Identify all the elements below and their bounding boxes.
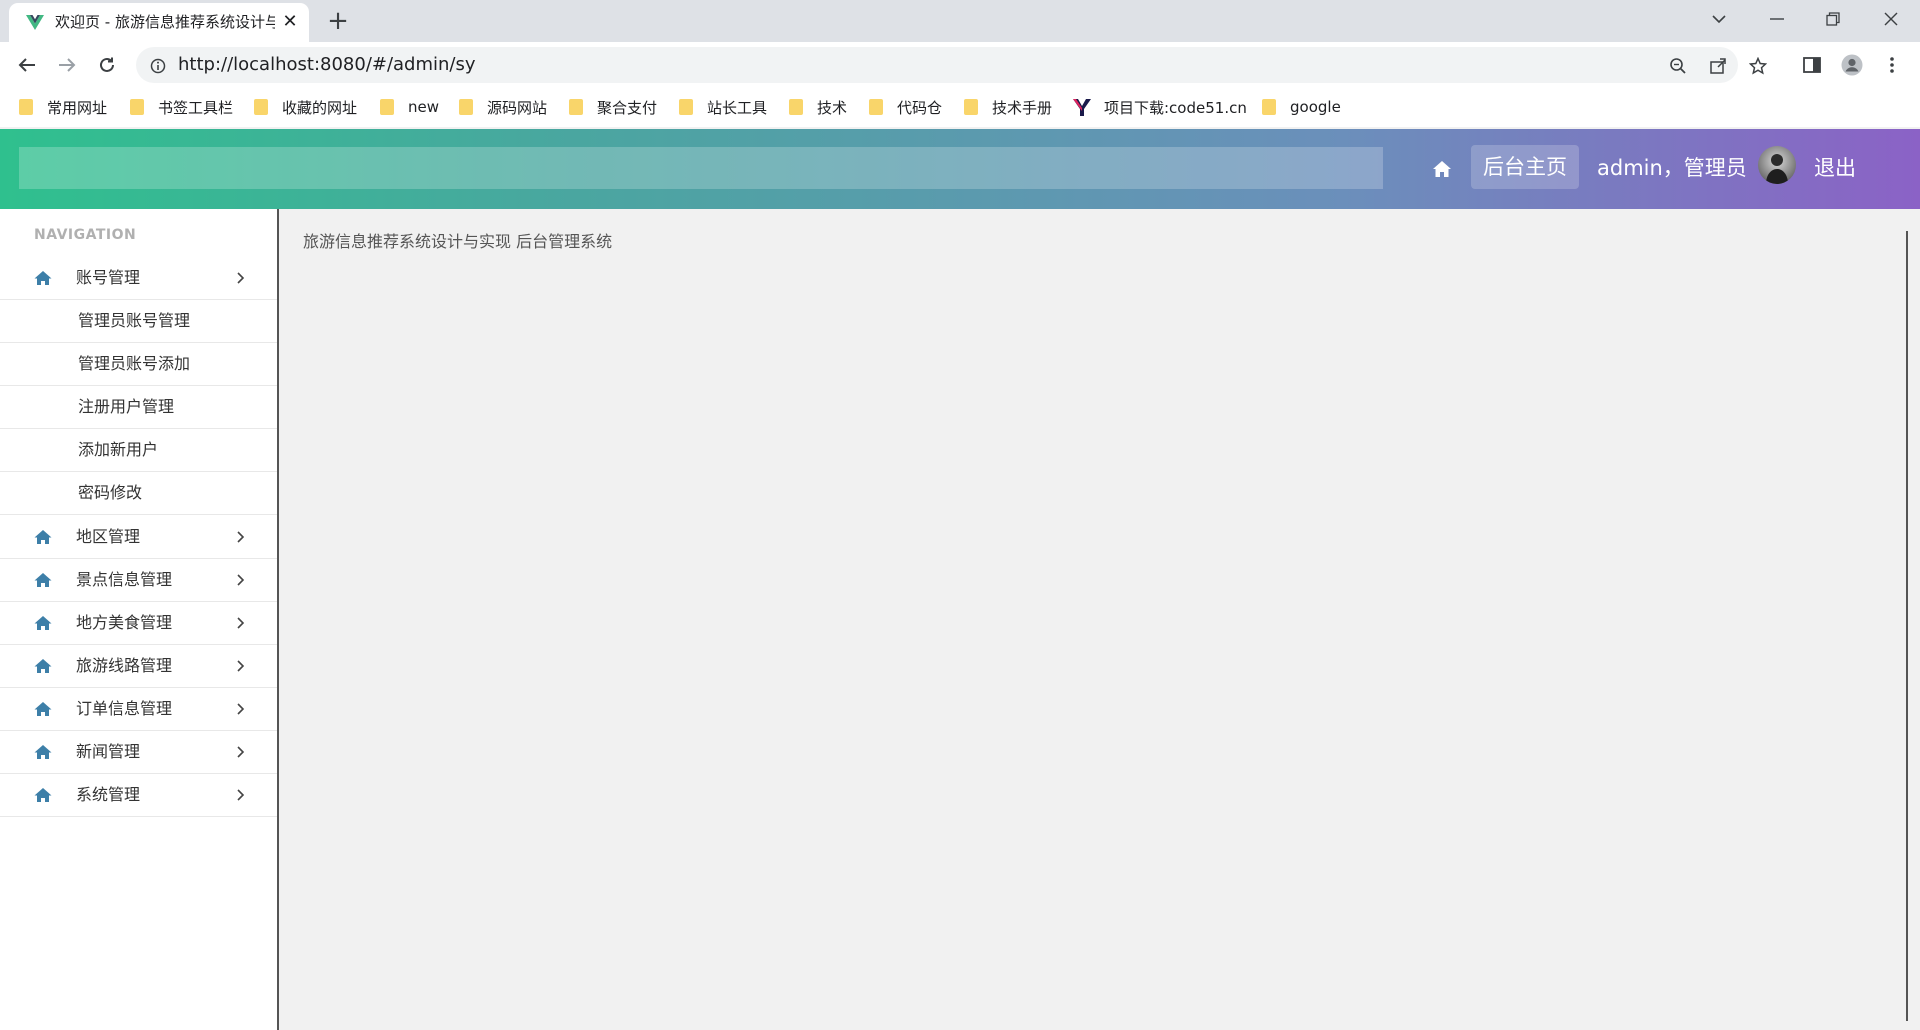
chevron-right-icon [237, 746, 245, 758]
close-window-icon[interactable] [1874, 6, 1908, 32]
admin-home-button[interactable]: 后台主页 [1471, 145, 1579, 189]
home-icon [34, 788, 52, 802]
sidebar-item-region[interactable]: 地区管理 [0, 516, 277, 559]
home-icon[interactable] [1432, 159, 1452, 179]
home-icon [34, 702, 52, 716]
restore-icon[interactable] [1816, 6, 1850, 32]
tab-close-icon[interactable]: ✕ [279, 11, 301, 33]
folder-icon [869, 99, 883, 115]
browser-toolbar: http://localhost:8080/#/admin/sy [0, 42, 1920, 87]
chevron-right-icon [237, 617, 245, 629]
folder-icon [459, 99, 473, 115]
sidebar-item-label: 旅游线路管理 [76, 656, 173, 675]
sidebar-item-food[interactable]: 地方美食管理 [0, 602, 277, 645]
reload-icon[interactable] [92, 50, 122, 80]
sidebar-item-label: 新闻管理 [76, 742, 141, 761]
home-icon [34, 616, 52, 630]
sidebar-item-label: 景点信息管理 [76, 570, 173, 589]
folder-icon [254, 99, 268, 115]
menu-dots-icon[interactable] [1880, 53, 1904, 77]
sidebar-subitem[interactable]: 管理员账号添加 [0, 343, 277, 386]
folder-icon [679, 99, 693, 115]
chevron-right-icon [237, 531, 245, 543]
scrollbar[interactable] [1906, 231, 1908, 1021]
tab-search-icon[interactable] [1702, 6, 1736, 32]
sidebar-subitem[interactable]: 添加新用户 [0, 429, 277, 472]
chevron-right-icon [237, 703, 245, 715]
home-icon [34, 573, 52, 587]
sidebar-item-system[interactable]: 系统管理 [0, 774, 277, 817]
sidebar-subitem[interactable]: 注册用户管理 [0, 386, 277, 429]
side-panel-icon[interactable] [1800, 53, 1824, 77]
sidebar-subitem[interactable]: 密码修改 [0, 472, 277, 515]
home-icon [34, 530, 52, 544]
folder-icon [964, 99, 978, 115]
sidebar: NAVIGATION 账号管理 管理员账号管理 管理员账号添加 注册用户管理 添… [0, 209, 279, 1030]
folder-icon [1262, 99, 1276, 115]
avatar[interactable] [1758, 146, 1796, 184]
main-content: 旅游信息推荐系统设计与实现 后台管理系统 [281, 209, 1920, 1030]
sidebar-item-attractions[interactable]: 景点信息管理 [0, 559, 277, 602]
sidebar-heading: NAVIGATION [34, 227, 137, 243]
header-search-bar [19, 147, 1383, 189]
bookmark-item[interactable]: 技术手册 [964, 96, 1052, 118]
bookmark-item[interactable]: 项目下载:code51.cn [1072, 96, 1247, 118]
bookmark-item[interactable]: 代码仓 [869, 96, 942, 118]
page-title: 旅游信息推荐系统设计与实现 后台管理系统 [303, 232, 613, 251]
logout-link[interactable]: 退出 [1814, 154, 1856, 182]
user-info: admin，管理员 [1597, 156, 1747, 180]
sidebar-item-label: 系统管理 [76, 785, 141, 804]
info-icon[interactable] [147, 55, 169, 77]
chevron-right-icon [237, 272, 245, 284]
sidebar-item-orders[interactable]: 订单信息管理 [0, 688, 277, 731]
bookmark-item[interactable]: 源码网站 [459, 96, 547, 118]
share-icon[interactable] [1707, 55, 1729, 77]
bookmarks-bar: 常用网址 书签工具栏 收藏的网址 new 源码网站 聚合支付 站长工具 技术 代… [0, 87, 1920, 127]
bookmark-item[interactable]: 站长工具 [679, 96, 767, 118]
folder-icon [789, 99, 803, 115]
bookmark-item[interactable]: new [380, 96, 439, 118]
chevron-right-icon [237, 660, 245, 672]
folder-icon [569, 99, 583, 115]
sidebar-item-label: 地方美食管理 [76, 613, 173, 632]
home-icon [34, 745, 52, 759]
tab-title: 欢迎页 - 旅游信息推荐系统设计与 [55, 13, 275, 31]
home-icon [34, 659, 52, 673]
browser-tab[interactable]: 欢迎页 - 旅游信息推荐系统设计与 ✕ [9, 3, 309, 42]
sidebar-item-account[interactable]: 账号管理 [0, 257, 277, 300]
profile-icon[interactable] [1840, 53, 1864, 77]
sidebar-subitem[interactable]: 管理员账号管理 [0, 300, 277, 343]
chevron-right-icon [237, 574, 245, 586]
chevron-right-icon [237, 789, 245, 801]
bookmark-item[interactable]: 书签工具栏 [130, 96, 233, 118]
address-bar[interactable]: http://localhost:8080/#/admin/sy [136, 47, 1767, 83]
forward-icon[interactable] [52, 50, 82, 80]
url-text[interactable]: http://localhost:8080/#/admin/sy [178, 55, 476, 75]
sidebar-item-routes[interactable]: 旅游线路管理 [0, 645, 277, 688]
bookmark-item[interactable]: 技术 [789, 96, 847, 118]
folder-icon [19, 99, 33, 115]
new-tab-button[interactable]: + [324, 8, 352, 36]
bookmark-star-icon[interactable] [1747, 55, 1769, 77]
sidebar-item-label: 订单信息管理 [76, 699, 173, 718]
vue-logo-icon [26, 15, 44, 30]
site-logo-icon [1073, 99, 1091, 116]
minimize-icon[interactable] [1760, 6, 1794, 32]
bookmark-item[interactable]: google [1262, 96, 1341, 118]
sidebar-item-news[interactable]: 新闻管理 [0, 731, 277, 774]
sidebar-item-label: 账号管理 [76, 268, 141, 287]
sidebar-item-label: 地区管理 [76, 527, 141, 546]
bookmark-item[interactable]: 常用网址 [19, 96, 107, 118]
back-icon[interactable] [12, 50, 42, 80]
zoom-icon[interactable] [1667, 55, 1689, 77]
browser-tab-bar: 欢迎页 - 旅游信息推荐系统设计与 ✕ + [0, 0, 1920, 42]
bookmark-item[interactable]: 聚合支付 [569, 96, 657, 118]
folder-icon [380, 99, 394, 115]
folder-icon [130, 99, 144, 115]
home-icon [34, 271, 52, 285]
app-header: 后台主页 admin，管理员 退出 [0, 129, 1920, 209]
bookmark-item[interactable]: 收藏的网址 [254, 96, 357, 118]
